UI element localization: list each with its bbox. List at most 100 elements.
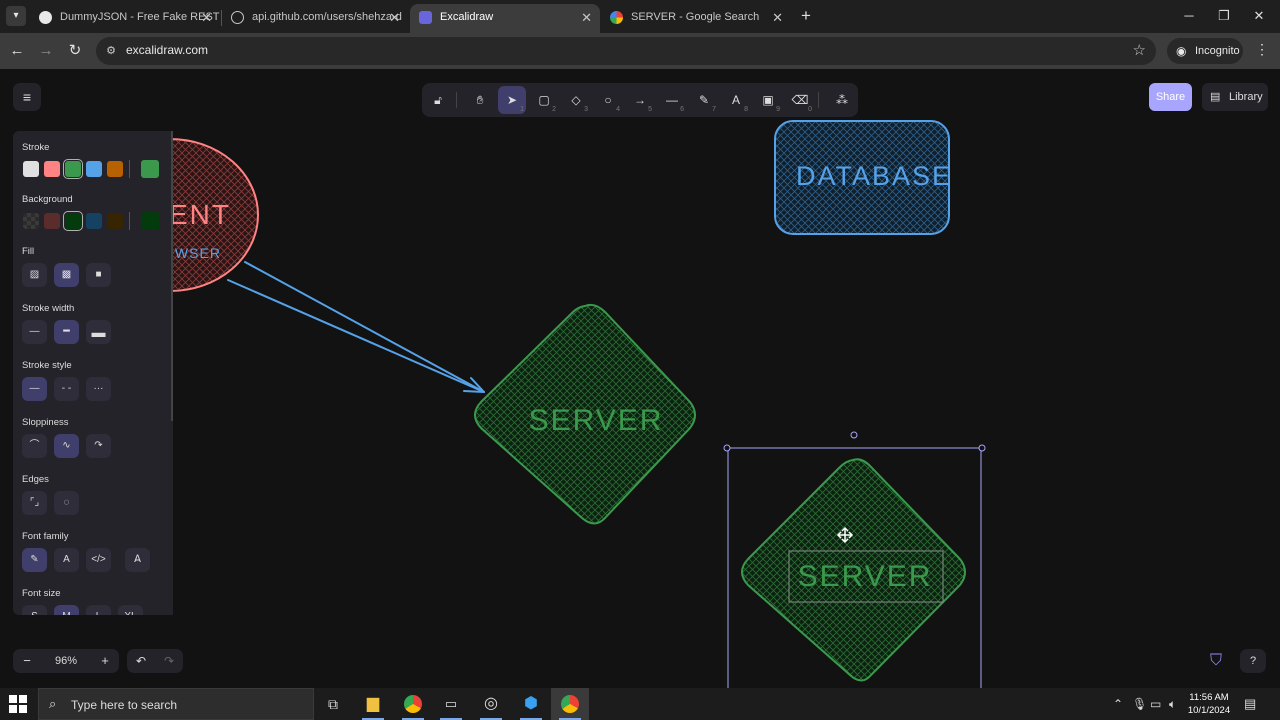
excalidraw-canvas[interactable]: ENT OWSER DATABASE SERVER SERVER ≡ 🔓︎ ✋︎… [0,69,1280,688]
rectangle-tool-icon[interactable]: ▢ 2 [530,86,558,114]
tab-google-search[interactable]: SERVER - Google Search ✕ [601,4,791,33]
fill-hachure-icon[interactable]: ▨ [22,263,47,287]
notifications-icon[interactable]: ▤ [1244,696,1256,712]
stroke-dotted-icon[interactable]: ··· [86,377,111,401]
stroke-dashed-icon[interactable]: - - [54,377,79,401]
shield-icon[interactable]: ⛉ [1206,651,1226,671]
new-tab-button[interactable]: + [797,5,815,27]
address-bar[interactable]: ⚙ excalidraw.com ☆ [96,37,1156,65]
ellipse-tool-icon[interactable]: ○ 4 [594,86,622,114]
background-swatch-blue[interactable] [86,213,102,229]
taskbar-search-box[interactable]: ⌕ Type here to search [38,688,314,720]
text-tool-icon[interactable]: A8 [722,86,750,114]
tray-overflow-icon[interactable]: ⌃ [1113,697,1123,711]
background-current-color[interactable] [141,212,159,230]
chrome-incognito-icon[interactable] [551,688,589,720]
close-tab-icon[interactable]: ✕ [201,4,212,31]
main-menu-button[interactable]: ≡ [13,83,41,111]
extra-tools-icon[interactable]: ⁂ [828,86,856,114]
server-diamond[interactable]: SERVER [474,303,696,525]
stroke-solid-icon[interactable]: — [22,377,47,401]
stroke-swatch-red[interactable] [44,161,60,177]
arrow-client-to-server[interactable] [227,261,485,393]
resize-handle[interactable] [723,444,731,452]
restore-icon[interactable]: ❐ [1207,4,1241,28]
system-clock[interactable]: 11:56 AM 10/1/2024 [1186,691,1232,717]
task-view-icon[interactable]: ⧉ [314,688,352,720]
image-tool-icon[interactable]: ▣ 9 [754,86,782,114]
undo-icon[interactable]: ↶ [127,649,155,673]
stroke-thin-icon[interactable]: — [22,320,47,344]
incognito-badge[interactable]: ◉ Incognito [1167,38,1243,64]
sloppiness-architect-icon[interactable]: ⌒ [22,434,47,458]
selection-tool-icon[interactable]: ➤ 1 [498,86,526,114]
back-icon[interactable]: ← [6,40,28,62]
browser-menu-icon[interactable]: ⋮ [1255,41,1269,58]
resize-handle[interactable] [978,444,986,452]
database-rectangle[interactable]: DATABASE [774,120,952,235]
arrow-tool-icon[interactable]: → 5 [626,86,654,114]
edges-round-icon[interactable]: ◌ [54,491,79,515]
stroke-swatch-green[interactable] [63,159,83,179]
background-swatch-transparent[interactable] [23,213,39,229]
volume-icon[interactable]: 🔈︎ [1169,697,1176,712]
font-normal-icon[interactable]: A [54,548,79,572]
tab-dummyjson[interactable]: DummyJSON - Free Fake REST ✕ [30,4,220,33]
zoom-level[interactable]: 96% [41,649,91,673]
stroke-bold-icon[interactable]: ━ [54,320,79,344]
recorder-icon[interactable]: ◎ [472,688,510,720]
tab-excalidraw[interactable]: Excalidraw ✕ [410,4,600,33]
help-icon[interactable]: ? [1240,649,1266,673]
terminal-icon[interactable]: ▭ [432,688,470,720]
font-size-large[interactable]: L [86,605,111,615]
stroke-swatch-blue[interactable] [86,161,102,177]
line-tool-icon[interactable]: —6 [658,86,686,114]
tab-github-api[interactable]: api.github.com/users/shehza-d ✕ [222,4,408,33]
forward-icon[interactable]: → [35,40,57,62]
site-info-icon[interactable]: ⚙ [103,43,119,59]
minimize-icon[interactable]: ─ [1172,4,1206,28]
tab-search-button[interactable]: ▾ [6,6,26,26]
fill-solid-icon[interactable]: ■ [86,263,111,287]
background-swatch-red[interactable] [44,213,60,229]
bookmark-star-icon[interactable]: ☆ [1133,41,1146,59]
close-tab-icon[interactable]: ✕ [772,4,783,31]
hand-tool-icon[interactable]: ✋︎ [466,86,494,114]
font-handwritten-icon[interactable]: ✎ [22,548,47,572]
background-swatch-green[interactable] [63,211,83,231]
library-button[interactable]: ▤ Library [1202,83,1268,111]
font-size-medium[interactable]: M [54,605,79,615]
font-code-icon[interactable]: </> [86,548,111,572]
edges-sharp-icon[interactable]: ⌜⌟ [22,491,47,515]
share-button[interactable]: Share [1149,83,1192,111]
server-diamond-copy[interactable]: SERVER [741,458,966,682]
font-size-small[interactable]: S [22,605,47,615]
stroke-swatch-white[interactable] [23,161,39,177]
chrome-icon[interactable] [394,688,432,720]
network-icon[interactable]: ▭ [1150,697,1161,711]
vscode-icon[interactable]: ⬢ [512,688,550,720]
diamond-tool-icon[interactable]: ◇ 3 [562,86,590,114]
draw-tool-icon[interactable]: ✎ 7 [690,86,718,114]
zoom-in-button[interactable]: + [91,649,119,673]
fill-crosshatch-icon[interactable]: ▩ [54,263,79,287]
sloppiness-cartoonist-icon[interactable]: ↷ [86,434,111,458]
windows-start-icon[interactable] [8,694,28,714]
properties-scrollbar[interactable] [171,131,173,421]
reload-icon[interactable]: ↻ [64,40,86,62]
microphone-icon[interactable]: 🎙︎ [1132,697,1147,711]
redo-icon[interactable]: ↷ [155,649,183,673]
sloppiness-artist-icon[interactable]: ∿ [54,434,79,458]
stroke-current-color[interactable] [141,160,159,178]
background-swatch-orange[interactable] [107,213,123,229]
stroke-extra-bold-icon[interactable]: ▬ [86,320,111,344]
stroke-swatch-orange[interactable] [107,161,123,177]
font-more-icon[interactable]: 𝖠 [125,548,150,572]
font-size-xl[interactable]: XL [118,605,143,615]
zoom-out-button[interactable]: − [13,649,41,673]
eraser-tool-icon[interactable]: ⌫ 0 [786,86,814,114]
close-tab-icon[interactable]: ✕ [389,4,400,31]
rotation-handle[interactable] [850,431,858,439]
window-close-icon[interactable]: ✕ [1242,4,1276,28]
file-explorer-icon[interactable]: ▆ [354,688,392,720]
